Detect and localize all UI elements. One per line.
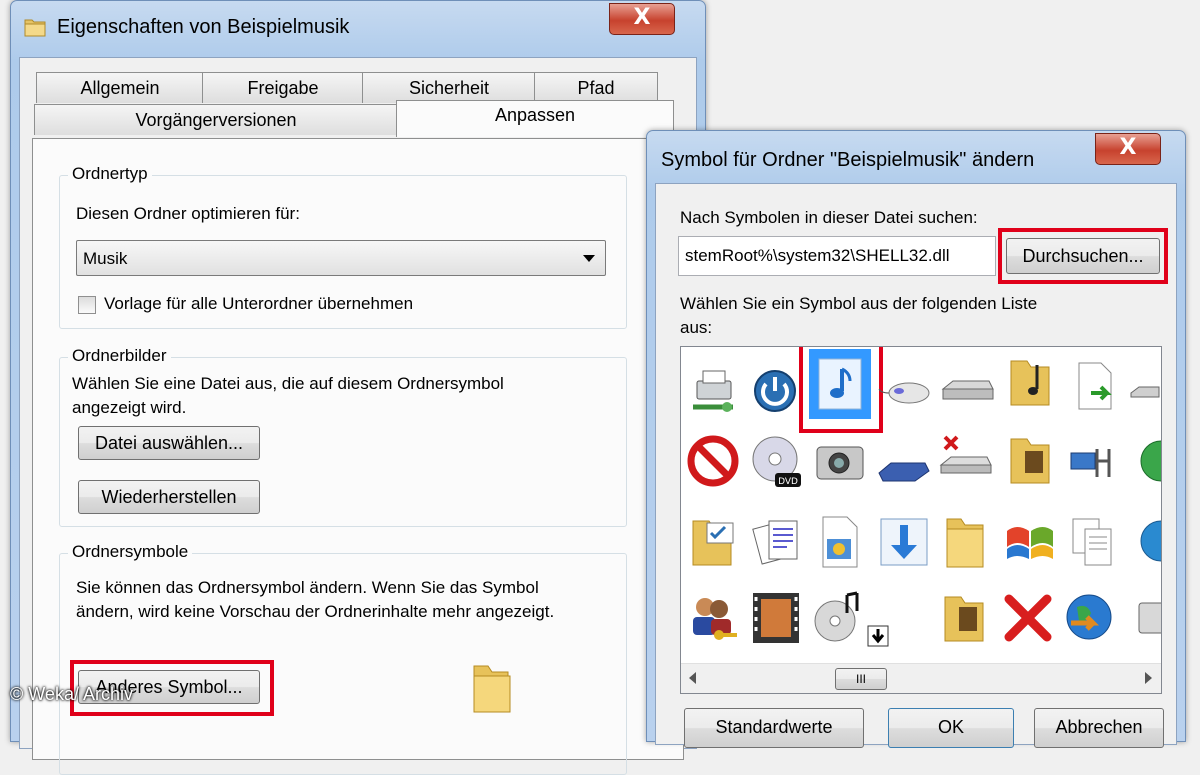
folder-preview-icon xyxy=(473,665,511,713)
group-title: Ordnersymbole xyxy=(68,542,193,562)
svg-text:DVD: DVD xyxy=(778,477,798,487)
folder-icon[interactable] xyxy=(937,513,995,571)
button-label: Abbrechen xyxy=(1055,717,1143,737)
tab-allgemein[interactable]: Allgemein xyxy=(36,72,204,103)
optimize-select[interactable]: Musik xyxy=(76,240,606,276)
video-folder-icon[interactable] xyxy=(937,589,995,647)
group-ordnersymbole: Ordnersymbole Sie können das Ordnersymbo… xyxy=(59,542,627,775)
icons-description-line1: Sie können das Ordnersymbol ändern. Wenn… xyxy=(76,578,539,597)
download-icon[interactable] xyxy=(875,513,933,571)
chevron-down-icon xyxy=(583,255,595,262)
template-checkbox-label[interactable]: Vorlage für alle Unterordner übernehmen xyxy=(104,294,413,314)
optimize-select-value: Musik xyxy=(83,249,128,268)
mouse-icon[interactable] xyxy=(877,363,935,421)
tab-label: Sicherheit xyxy=(408,78,490,98)
film-strip-icon[interactable] xyxy=(747,589,805,647)
optimize-label: Diesen Ordner optimieren für: xyxy=(76,204,300,223)
tab-pfad[interactable]: Pfad xyxy=(534,72,658,103)
dialog-title: Symbol für Ordner "Beispielmusik" ändern xyxy=(661,149,1035,171)
cancel-button[interactable]: Abbrechen xyxy=(1034,708,1164,748)
close-icon: X xyxy=(633,5,651,30)
choose-file-button[interactable]: Datei auswählen... xyxy=(78,426,260,460)
tab-panel-anpassen: Ordnertyp Diesen Ordner optimieren für: … xyxy=(32,138,684,775)
delete-x-icon[interactable] xyxy=(999,589,1057,647)
highlight-selected-icon xyxy=(799,347,883,433)
hard-drive-icon[interactable] xyxy=(939,363,997,421)
button-label: Standardwerte xyxy=(715,717,833,737)
camera-icon[interactable] xyxy=(811,433,869,491)
scanner-icon[interactable] xyxy=(875,439,933,497)
file-path-input[interactable]: stemRoot%\system32\SHELL32.dll xyxy=(678,236,996,276)
file-transfer-icon[interactable] xyxy=(1065,357,1123,415)
scroll-left-icon[interactable] xyxy=(689,672,696,684)
change-icon-dialog: Symbol für Ordner "Beispielmusik" ändern… xyxy=(646,130,1186,748)
dialog-close-button[interactable]: X xyxy=(1095,133,1161,165)
globe-partial-icon[interactable] xyxy=(1127,433,1162,491)
copy-files-icon[interactable] xyxy=(1065,513,1123,571)
music-folder-icon[interactable] xyxy=(1003,353,1061,411)
dialog-client: Nach Symbolen in dieser Datei suchen: st… xyxy=(655,183,1177,748)
group-ordnertyp: Ordnertyp Diesen Ordner optimieren für: … xyxy=(59,164,627,329)
properties-client: Allgemein Freigabe Sicherheit Pfad Vorgä… xyxy=(19,57,697,775)
icon-list[interactable]: DVD III xyxy=(680,346,1162,694)
media-file-icon[interactable] xyxy=(811,513,869,571)
close-icon: X xyxy=(1119,135,1137,160)
documents-icon[interactable] xyxy=(749,513,807,571)
properties-titlebar[interactable]: Eigenschaften von Beispielmusik X xyxy=(11,1,705,49)
pictures-description-line2: angezeigt wird. xyxy=(72,398,187,417)
list-label-line2: aus: xyxy=(680,318,713,337)
internet-globe-icon[interactable] xyxy=(1061,589,1119,647)
group-title: Ordnerbilder xyxy=(68,346,171,366)
button-label: Wiederherstellen xyxy=(101,487,237,507)
button-label: OK xyxy=(937,717,964,737)
tab-anpassen[interactable]: Anpassen xyxy=(396,100,674,137)
tab-freigabe[interactable]: Freigabe xyxy=(202,72,364,103)
tab-sicherheit[interactable]: Sicherheit xyxy=(362,72,536,103)
properties-title: Eigenschaften von Beispielmusik xyxy=(57,16,350,38)
tab-label: Vorgängerversionen xyxy=(135,110,297,130)
movie-folder-icon[interactable] xyxy=(1003,431,1061,489)
windows-logo-icon[interactable] xyxy=(1001,513,1059,571)
tab-vorgaengerversionen[interactable]: Vorgängerversionen xyxy=(34,104,398,135)
tab-label: Pfad xyxy=(577,78,615,98)
scroll-thumb[interactable]: III xyxy=(835,668,887,690)
globe-partial-icon[interactable] xyxy=(1127,513,1162,571)
monitor-connect-icon[interactable] xyxy=(1065,433,1123,491)
defaults-button[interactable]: Standardwerte xyxy=(684,708,864,748)
folder-icon xyxy=(24,19,46,37)
group-title: Ordnertyp xyxy=(68,164,152,184)
printer-network-icon[interactable] xyxy=(687,363,745,421)
copyright-watermark: © Weka/ Archiv xyxy=(10,684,133,704)
network-partial-icon[interactable] xyxy=(1127,363,1162,421)
search-label: Nach Symbolen in dieser Datei suchen: xyxy=(680,208,978,227)
restore-button[interactable]: Wiederherstellen xyxy=(78,480,260,514)
music-cd-icon[interactable] xyxy=(811,589,869,647)
ok-button[interactable]: OK xyxy=(888,708,1014,748)
disconnected-drive-icon[interactable] xyxy=(937,431,995,489)
group-ordnerbilder: Ordnerbilder Wählen Sie eine Datei aus, … xyxy=(59,346,627,527)
tab-label: Anpassen xyxy=(494,105,576,125)
task-folder-icon[interactable] xyxy=(687,513,745,571)
forbidden-icon[interactable] xyxy=(685,433,743,491)
scroll-right-icon[interactable] xyxy=(1145,672,1152,684)
dvd-icon[interactable]: DVD xyxy=(747,433,805,491)
pictures-description-line1: Wählen Sie eine Datei aus, die auf diese… xyxy=(72,374,504,393)
scroll-thumb-grip: III xyxy=(855,672,866,686)
tab-label: Allgemein xyxy=(80,78,160,98)
tab-label: Freigabe xyxy=(247,78,319,98)
properties-close-button[interactable]: X xyxy=(609,3,675,35)
highlight-browse xyxy=(998,228,1168,284)
power-icon[interactable] xyxy=(747,363,805,421)
button-label: Datei auswählen... xyxy=(94,433,244,453)
list-label-line1: Wählen Sie ein Symbol aus der folgenden … xyxy=(680,294,1038,313)
dialog-titlebar[interactable]: Symbol für Ordner "Beispielmusik" ändern… xyxy=(647,131,1185,179)
icon-list-scrollbar[interactable]: III xyxy=(681,663,1161,693)
users-key-icon[interactable] xyxy=(685,589,743,647)
icons-description-line2: ändern, wird keine Vorschau der Ordnerin… xyxy=(76,602,555,621)
device-partial-icon[interactable] xyxy=(1127,589,1162,647)
download-arrow-icon[interactable] xyxy=(865,623,891,649)
template-checkbox[interactable] xyxy=(78,296,96,314)
file-path-value: stemRoot%\system32\SHELL32.dll xyxy=(685,246,950,265)
properties-window: Eigenschaften von Beispielmusik X Allgem… xyxy=(10,0,706,775)
